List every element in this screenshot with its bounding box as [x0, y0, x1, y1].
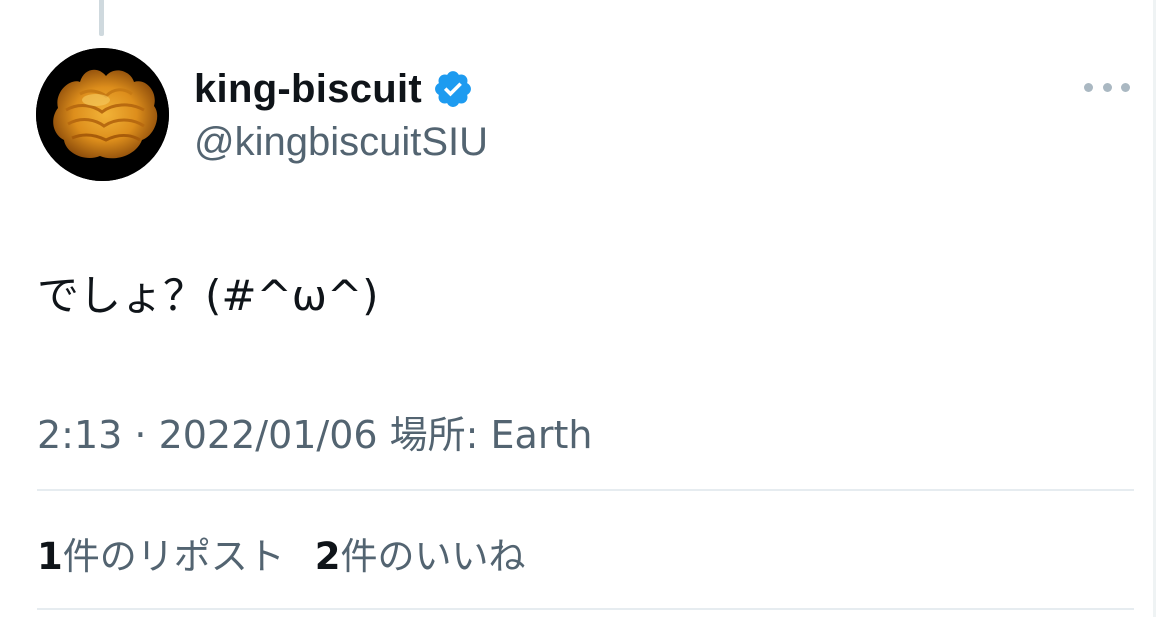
divider [37, 489, 1134, 491]
thread-connector-line [99, 0, 104, 36]
more-dot-icon [1121, 82, 1130, 92]
more-options-button[interactable] [1084, 72, 1130, 102]
author-display-name[interactable]: king-biscuit [194, 67, 422, 112]
reposts-count: 1 [37, 535, 63, 578]
verified-badge-icon[interactable] [432, 68, 474, 110]
tweet-meta[interactable]: 2:13 · 2022/01/06 場所: Earth [37, 404, 592, 459]
author-handle[interactable]: @kingbiscuitSIU [194, 120, 488, 165]
divider [37, 608, 1134, 610]
more-dot-icon [1102, 82, 1112, 92]
reposts-label: 件のリポスト [62, 535, 285, 578]
likes-label: 件のいいね [340, 535, 526, 578]
reposts-stat[interactable]: 1 件のリポスト [37, 526, 285, 580]
more-dot-icon [1084, 82, 1093, 92]
likes-count: 2 [314, 535, 341, 578]
tweet-text: でしょ？(#^ω^) [37, 271, 379, 320]
likes-stat[interactable]: 2 件のいいね [315, 526, 526, 580]
author-name-row: king-biscuit [194, 64, 474, 114]
biscuit-avatar-image [36, 48, 169, 181]
avatar[interactable] [36, 48, 169, 181]
engagement-stats: 1 件のリポスト 2 件のいいね [37, 526, 556, 580]
